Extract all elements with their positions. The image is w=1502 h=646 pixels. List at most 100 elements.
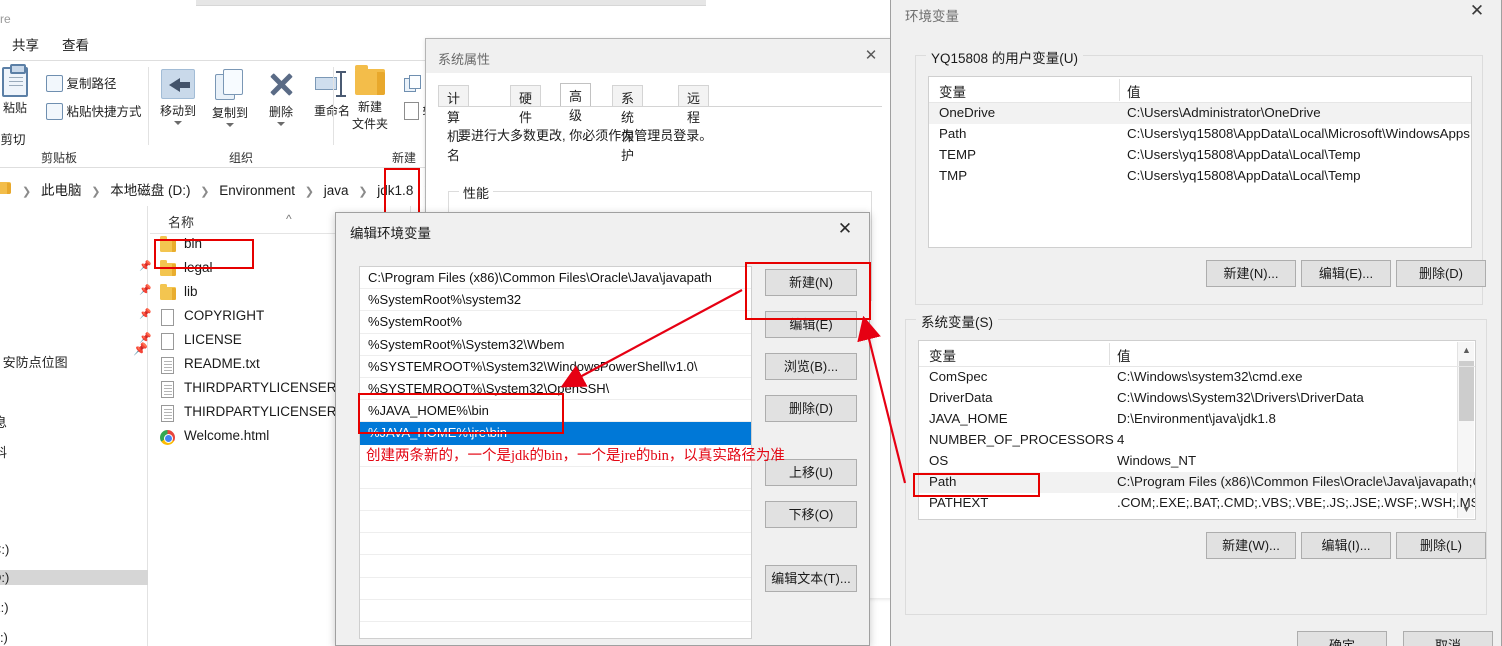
close-icon[interactable]: ✕ [823,215,867,243]
tab-advanced[interactable]: 高级 [560,83,592,123]
edit-text-button[interactable]: 编辑文本(T)... [765,565,857,592]
variable-name: OS [929,453,949,468]
user-new-button[interactable]: 新建(N)... [1206,260,1296,287]
system-table-header: 变量 值 [919,341,1475,367]
system-edit-button[interactable]: 编辑(I)... [1301,532,1391,559]
breadcrumb-item-1[interactable]: 本地磁盘 (D:) [110,183,190,198]
new-folder-button[interactable]: 新建 文件夹 [342,65,398,132]
table-row[interactable]: TEMP C:\Users\yq15808\AppData\Local\Temp [929,145,1471,166]
variable-value: C:\Windows\system32\cmd.exe [1117,369,1303,384]
user-edit-button[interactable]: 编辑(E)... [1301,260,1391,287]
folder-icon [355,65,385,95]
table-row[interactable]: Path C:\Users\yq15808\AppData\Local\Micr… [929,124,1471,145]
path-entry[interactable]: %SystemRoot% [360,311,751,334]
tab-hardware[interactable]: 硬件 [510,85,542,125]
variable-name: DriverData [929,390,993,405]
path-entry[interactable] [360,555,751,578]
delete-button[interactable]: 删除 [259,69,303,126]
user-variables-legend: YQ15808 的用户变量(U) [926,47,1084,67]
path-entry[interactable]: %SystemRoot%\System32\Wbem [360,334,751,356]
move-to-button[interactable]: 移动到 [153,69,203,125]
column-header-value[interactable]: 值 [1117,345,1131,365]
sort-ascending-icon: ^ [286,212,292,226]
path-entry[interactable] [360,600,751,622]
chevron-down-icon-2[interactable] [226,123,234,127]
move-to-label: 移动到 [159,104,196,118]
column-header-value[interactable]: 值 [1127,81,1141,101]
breadcrumb-item-0[interactable]: 此电脑 [41,183,82,198]
nav-item-4[interactable]: C:) [0,542,9,557]
header-column-divider [1109,343,1110,365]
nav-item-6[interactable]: E:) [0,600,9,615]
file-name: LICENSE [184,332,242,347]
breadcrumb-chevron-3: ❯ [304,186,315,198]
explorer-titlebar-remnant [196,0,706,6]
table-row[interactable]: OS Windows_NT [919,451,1475,472]
move-down-button[interactable]: 下移(O) [765,501,857,528]
easy-access-icon [404,102,419,120]
tab-view[interactable]: 查看 [62,34,89,54]
path-entry[interactable] [360,533,751,556]
variable-value: C:\Windows\System32\Drivers\DriverData [1117,390,1364,405]
path-entry[interactable] [360,511,751,534]
chevron-down-icon-3[interactable] [277,122,285,126]
cancel-button[interactable]: 取消 [1403,631,1493,646]
table-row[interactable]: ComSpec C:\Windows\system32\cmd.exe [919,367,1475,388]
system-path-row-highlight [913,473,1040,497]
new-item-icon [404,75,422,92]
table-row[interactable]: TMP C:\Users\yq15808\AppData\Local\Temp [929,166,1471,187]
user-variables-table[interactable]: 变量 值 OneDrive C:\Users\Administrator\One… [928,76,1472,248]
text-file-icon [161,405,174,422]
tab-share[interactable]: 共享 [12,34,39,54]
variable-value: C:\Users\yq15808\AppData\Local\Microsoft… [1127,126,1472,141]
close-icon[interactable]: ✕ [1455,0,1499,25]
close-icon[interactable]: ✕ [854,43,888,69]
copy-to-button[interactable]: 复制到 [205,69,255,127]
path-entry[interactable]: C:\Program Files (x86)\Common Files\Orac… [360,267,751,290]
table-row[interactable]: DriverData C:\Windows\System32\Drivers\D… [919,388,1475,409]
ok-button[interactable]: 确定 [1297,631,1387,646]
path-entry[interactable] [360,578,751,600]
browse-button[interactable]: 浏览(B)... [765,353,857,380]
cut-button[interactable]: ✄ 剪切 [0,129,26,148]
user-delete-button[interactable]: 删除(D) [1396,260,1486,287]
path-entry[interactable] [360,467,751,489]
table-row[interactable]: NUMBER_OF_PROCESSORS 4 [919,430,1475,451]
cut-label: 剪切 [0,133,26,147]
nav-item-0[interactable]: 表 安防点位图 [0,352,68,371]
nav-item-3[interactable]: 料 [0,442,7,461]
path-entry[interactable]: %SYSTEMROOT%\System32\WindowsPowerShell\… [360,356,751,378]
explorer-partial-title: re [0,12,11,26]
tab-remote[interactable]: 远程 [678,85,710,125]
system-delete-button[interactable]: 删除(L) [1396,532,1486,559]
file-name: Welcome.html [184,428,270,443]
column-header-name[interactable]: 名称 [168,212,194,231]
performance-legend: 性能 [459,183,494,202]
table-row[interactable]: OneDrive C:\Users\Administrator\OneDrive [929,103,1471,124]
delete-button[interactable]: 删除(D) [765,395,857,422]
table-row[interactable]: JAVA_HOME D:\Environment\java\jdk1.8 [919,409,1475,430]
admin-note: 要进行大多数更改, 你必须作为管理员登录。 [458,128,713,143]
breadcrumb[interactable]: ❯ 此电脑 ❯ 本地磁盘 (D:) ❯ Environment ❯ java ❯… [0,176,457,206]
nav-item-5[interactable]: D:) [0,570,148,585]
copy-path-button[interactable]: 复制路径 [46,73,117,92]
paste-button[interactable]: 粘贴 [0,64,48,116]
nav-item-2[interactable]: 息 [0,412,7,431]
breadcrumb-item-3[interactable]: java [324,183,349,198]
breadcrumb-chevron-0: ❯ [22,186,32,198]
system-new-button[interactable]: 新建(W)... [1206,532,1296,559]
paste-shortcut-button[interactable]: 粘贴快捷方式 [46,101,142,120]
chevron-down-icon[interactable] [174,121,182,125]
path-entry[interactable] [360,489,751,512]
env-vars-body: YQ15808 的用户变量(U) 变量 值 OneDrive C:\Users\… [891,31,1501,646]
variable-name: PATHEXT [929,495,989,510]
path-entry[interactable]: %SystemRoot%\system32 [360,289,751,312]
variable-value: D:\Environment\java\jdk1.8 [1117,411,1276,426]
environment-variables-dialog: 环境变量 ✕ YQ15808 的用户变量(U) 变量 值 OneDrive C:… [890,0,1502,646]
breadcrumb-item-2[interactable]: Environment [219,183,295,198]
nav-item-7[interactable]: F:) [0,630,8,645]
column-header-variable[interactable]: 变量 [939,81,966,101]
tab-system-protection[interactable]: 系统保护 [612,85,644,163]
tab-computer-name[interactable]: 计算机名 [438,85,470,163]
column-header-variable[interactable]: 变量 [929,345,956,365]
